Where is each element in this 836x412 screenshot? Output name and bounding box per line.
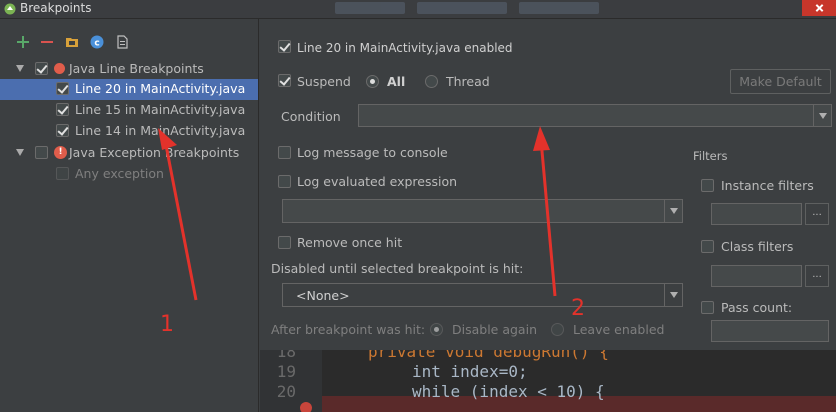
annotation-arrows [158, 126, 557, 301]
annotation-label-2: 2 [571, 296, 585, 321]
annotation-label-1: 1 [160, 312, 174, 337]
